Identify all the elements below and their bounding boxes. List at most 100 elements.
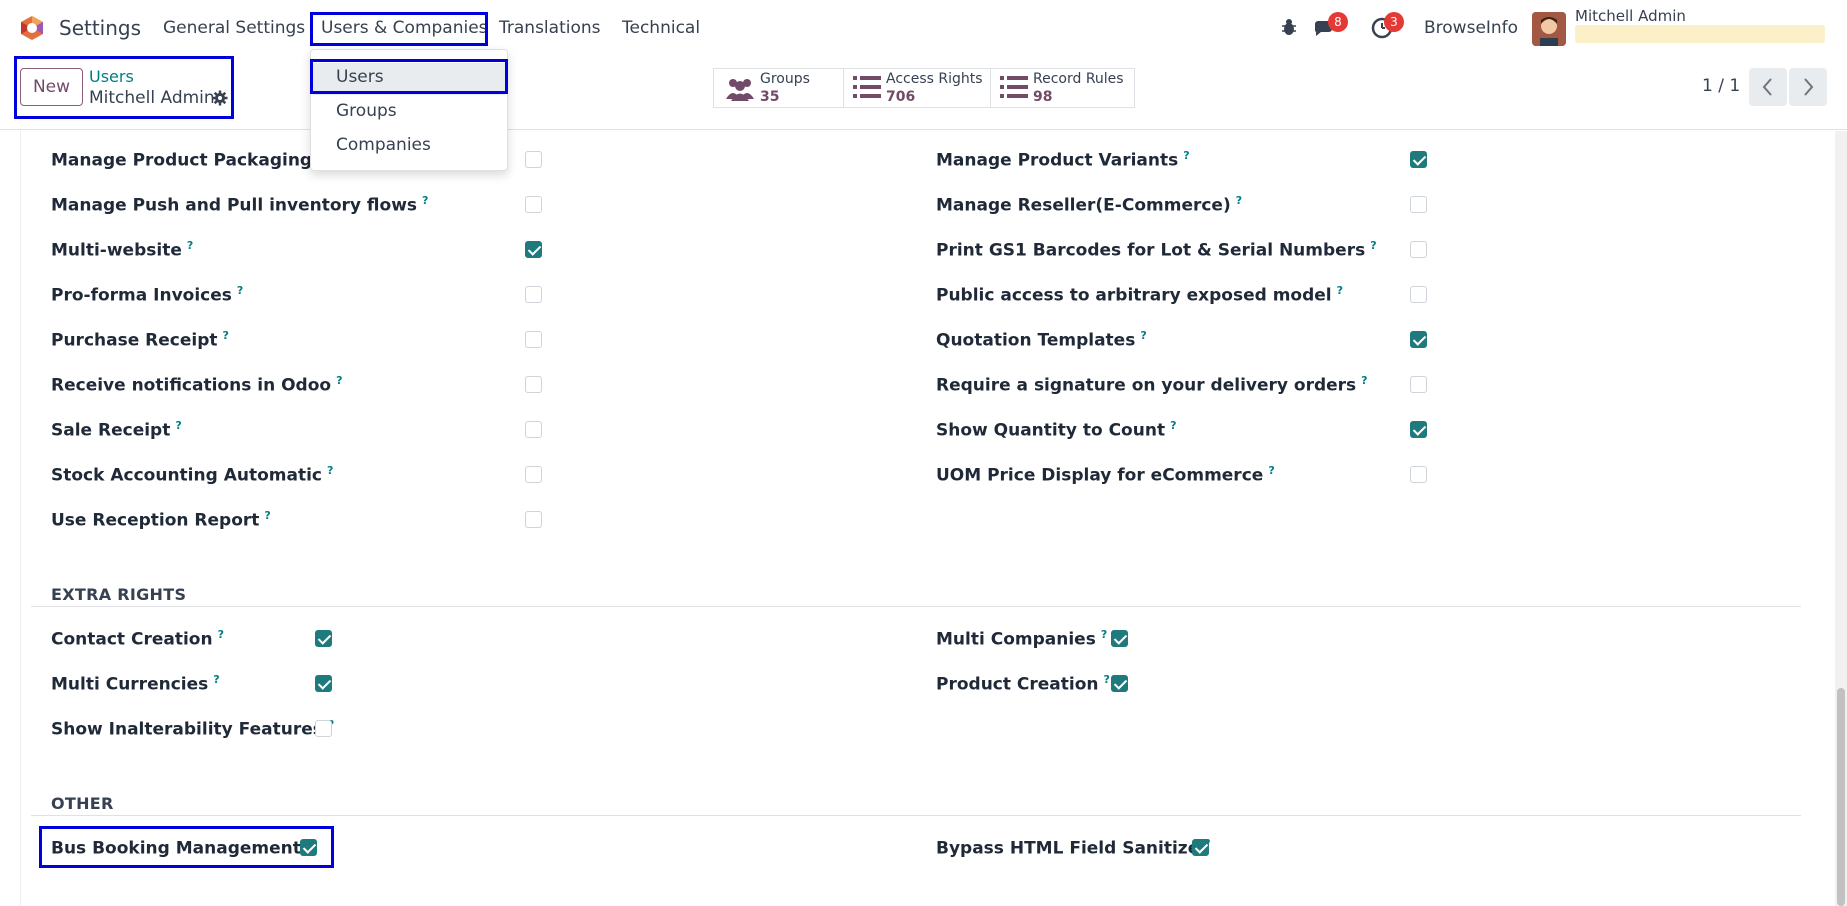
help-icon[interactable]: ? xyxy=(1268,464,1274,477)
checkbox-use-reception-report[interactable] xyxy=(525,511,542,528)
form-sheet xyxy=(20,131,1827,906)
checkbox-manage-product-packaging[interactable] xyxy=(525,151,542,168)
help-icon[interactable]: ? xyxy=(1183,149,1189,162)
help-icon[interactable]: ? xyxy=(1370,239,1376,252)
section-title-extra-rights: EXTRA RIGHTS xyxy=(51,585,187,604)
field-bypass-html-sanitize: Bypass HTML Field Sanitize? xyxy=(936,837,1211,859)
chevron-left-icon xyxy=(1762,78,1772,96)
app-title[interactable]: Settings xyxy=(59,16,141,40)
checkbox-show-inalterability[interactable] xyxy=(315,720,332,737)
field-receive-notifications: Receive notifications in Odoo? xyxy=(51,374,343,396)
access-rights-stat-button[interactable]: Access Rights 706 xyxy=(843,68,991,108)
section-title-other: OTHER xyxy=(51,794,114,813)
highlight-users-item xyxy=(310,59,508,94)
list-icon xyxy=(1000,76,1028,98)
field-show-inalterability: Show Inalterability Features? xyxy=(51,718,334,740)
help-icon[interactable]: ? xyxy=(1101,628,1107,641)
checkbox-multi-website[interactable] xyxy=(525,241,542,258)
checkbox-multi-companies[interactable] xyxy=(1111,630,1128,647)
checkbox-receive-notifications[interactable] xyxy=(525,376,542,393)
field-manage-reseller: Manage Reseller(E-Commerce)? xyxy=(936,194,1243,216)
help-icon[interactable]: ? xyxy=(175,419,181,432)
messages-badge: 8 xyxy=(1328,12,1348,32)
highlight-breadcrumb xyxy=(14,56,234,119)
checkbox-pro-forma-invoices[interactable] xyxy=(525,286,542,303)
help-icon[interactable]: ? xyxy=(1140,329,1146,342)
field-use-reception-report: Use Reception Report? xyxy=(51,509,271,531)
groups-stat-button[interactable]: Groups 35 xyxy=(713,68,844,108)
highlight-users-companies-menu xyxy=(310,12,488,46)
menu-translations[interactable]: Translations xyxy=(499,18,601,38)
checkbox-bypass-html-sanitize[interactable] xyxy=(1192,839,1209,856)
help-icon[interactable]: ? xyxy=(336,374,342,387)
top-navbar: Settings General Settings Users & Compan… xyxy=(0,0,1847,56)
field-contact-creation: Contact Creation? xyxy=(51,628,224,650)
field-manage-product-packaging: Manage Product Packaging? xyxy=(51,149,323,171)
company-switcher[interactable]: BrowseInfo xyxy=(1424,18,1518,38)
checkbox-sale-receipt[interactable] xyxy=(525,421,542,438)
checkbox-product-creation[interactable] xyxy=(1111,675,1128,692)
help-icon[interactable]: ? xyxy=(327,464,333,477)
checkbox-require-signature[interactable] xyxy=(1410,376,1427,393)
menu-general-settings[interactable]: General Settings xyxy=(163,18,305,38)
help-icon[interactable]: ? xyxy=(1236,194,1242,207)
field-require-signature: Require a signature on your delivery ord… xyxy=(936,374,1368,396)
field-show-quantity-to-count: Show Quantity to Count? xyxy=(936,419,1177,441)
checkbox-contact-creation[interactable] xyxy=(315,630,332,647)
help-icon[interactable]: ? xyxy=(1337,284,1343,297)
checkbox-uom-price-display[interactable] xyxy=(1410,466,1427,483)
highlight-bus-booking xyxy=(39,826,334,868)
checkbox-quotation-templates[interactable] xyxy=(1410,331,1427,348)
list-icon xyxy=(853,76,881,98)
record-rules-stat-label: Record Rules xyxy=(1033,71,1124,87)
section-divider xyxy=(31,815,1801,816)
dropdown-item-companies[interactable]: Companies xyxy=(336,135,431,155)
help-icon[interactable]: ? xyxy=(218,628,224,641)
field-multi-currencies: Multi Currencies? xyxy=(51,673,220,695)
help-icon[interactable]: ? xyxy=(1361,374,1367,387)
field-uom-price-display: UOM Price Display for eCommerce? xyxy=(936,464,1275,486)
checkbox-manage-reseller[interactable] xyxy=(1410,196,1427,213)
scrollbar-thumb[interactable] xyxy=(1837,688,1845,906)
checkbox-public-access[interactable] xyxy=(1410,286,1427,303)
field-product-creation: Product Creation? xyxy=(936,673,1110,695)
help-icon[interactable]: ? xyxy=(213,673,219,686)
access-rights-stat-label: Access Rights xyxy=(886,71,983,87)
checkbox-multi-currencies[interactable] xyxy=(315,675,332,692)
chevron-right-icon xyxy=(1804,78,1814,96)
odoo-app-icon[interactable] xyxy=(19,15,45,41)
field-multi-companies: Multi Companies? xyxy=(936,628,1108,650)
checkbox-purchase-receipt[interactable] xyxy=(525,331,542,348)
field-multi-website: Multi-website? xyxy=(51,239,194,261)
checkbox-show-quantity-to-count[interactable] xyxy=(1410,421,1427,438)
pager-value[interactable]: 1 / 1 xyxy=(1702,76,1740,96)
help-icon[interactable]: ? xyxy=(264,509,270,522)
user-avatar[interactable] xyxy=(1532,12,1566,46)
users-group-icon xyxy=(726,79,754,101)
pager-next-button[interactable] xyxy=(1789,68,1827,106)
dropdown-item-groups[interactable]: Groups xyxy=(336,101,397,121)
pager-previous-button[interactable] xyxy=(1749,68,1787,106)
checkbox-manage-product-variants[interactable] xyxy=(1410,151,1427,168)
help-icon[interactable]: ? xyxy=(1104,673,1110,686)
bug-icon[interactable] xyxy=(1278,16,1300,38)
checkbox-print-gs1-barcodes[interactable] xyxy=(1410,241,1427,258)
help-icon[interactable]: ? xyxy=(223,329,229,342)
groups-stat-label: Groups xyxy=(760,71,810,87)
menu-technical[interactable]: Technical xyxy=(622,18,700,38)
field-sale-receipt: Sale Receipt? xyxy=(51,419,182,441)
field-manage-product-variants: Manage Product Variants? xyxy=(936,149,1190,171)
help-icon[interactable]: ? xyxy=(1170,419,1176,432)
field-print-gs1-barcodes: Print GS1 Barcodes for Lot & Serial Numb… xyxy=(936,239,1377,261)
section-divider xyxy=(31,606,1801,607)
help-icon[interactable]: ? xyxy=(422,194,428,207)
user-name[interactable]: Mitchell Admin xyxy=(1575,7,1686,25)
checkbox-stock-accounting-automatic[interactable] xyxy=(525,466,542,483)
database-name-redacted xyxy=(1575,25,1825,43)
access-rights-stat-count: 706 xyxy=(886,89,916,105)
help-icon[interactable]: ? xyxy=(187,239,193,252)
help-icon[interactable]: ? xyxy=(237,284,243,297)
checkbox-manage-push-pull[interactable] xyxy=(525,196,542,213)
record-rules-stat-button[interactable]: Record Rules 98 xyxy=(990,68,1135,108)
record-rules-stat-count: 98 xyxy=(1033,89,1053,105)
